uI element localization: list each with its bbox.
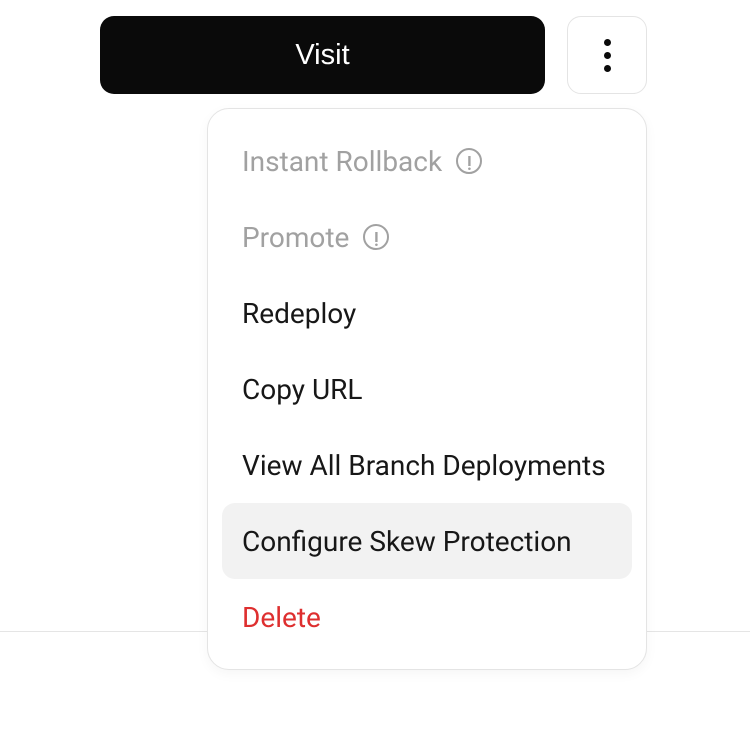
info-icon: i <box>456 148 482 174</box>
menu-item-view-all-branch-deployments[interactable]: View All Branch Deployments <box>222 427 632 503</box>
menu-item-promote[interactable]: Promote i <box>222 199 632 275</box>
visit-button-label: Visit <box>295 39 349 72</box>
menu-item-delete[interactable]: Delete <box>222 579 632 655</box>
menu-item-label: Configure Skew Protection <box>242 525 572 558</box>
menu-item-redeploy[interactable]: Redeploy <box>222 275 632 351</box>
more-actions-button[interactable] <box>567 16 647 94</box>
menu-item-label: Copy URL <box>242 373 362 406</box>
menu-item-configure-skew-protection[interactable]: Configure Skew Protection <box>222 503 632 579</box>
menu-item-label: Delete <box>242 601 321 634</box>
visit-button[interactable]: Visit <box>100 16 545 94</box>
menu-item-label: Promote <box>242 221 349 254</box>
more-vertical-icon <box>604 39 611 72</box>
menu-item-label: Instant Rollback <box>242 145 442 178</box>
menu-item-instant-rollback[interactable]: Instant Rollback i <box>222 123 632 199</box>
menu-item-label: View All Branch Deployments <box>242 449 606 482</box>
menu-item-label: Redeploy <box>242 297 356 330</box>
toolbar: Visit <box>100 16 647 94</box>
menu-item-copy-url[interactable]: Copy URL <box>222 351 632 427</box>
info-icon: i <box>363 224 389 250</box>
actions-menu: Instant Rollback i Promote i Redeploy Co… <box>207 108 647 670</box>
